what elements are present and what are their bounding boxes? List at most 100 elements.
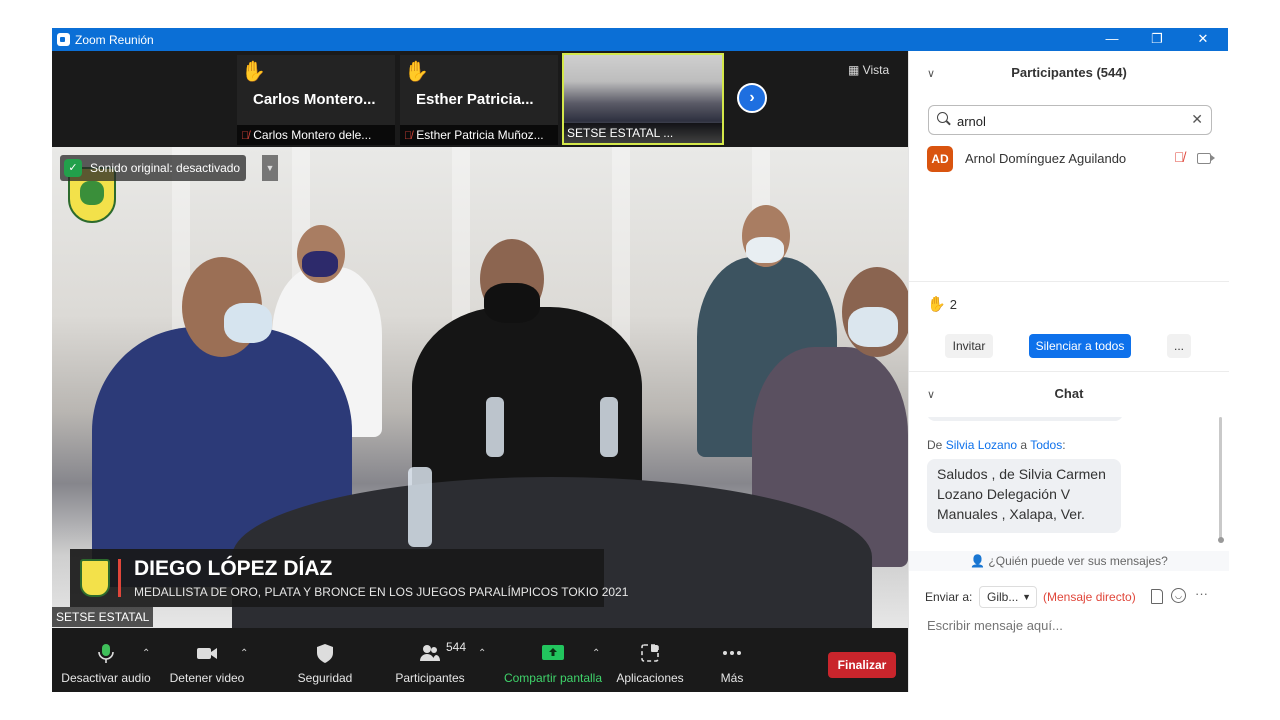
to-suffix: : [1062, 438, 1066, 452]
divider [909, 371, 1229, 372]
close-button[interactable]: ✕ [1188, 30, 1218, 48]
sound-options-dropdown[interactable]: ▼ [262, 155, 278, 181]
lower-third-banner: DIEGO LÓPEZ DÍAZ MEDALLISTA DE ORO, PLAT… [70, 549, 628, 607]
search-input[interactable] [955, 110, 1179, 132]
video-camera-icon[interactable] [1197, 153, 1215, 164]
avatar: AD [927, 146, 953, 172]
security-button[interactable]: Seguridad [290, 628, 360, 692]
video-owner-label: SETSE ESTATAL [52, 607, 154, 627]
sender-link[interactable]: Silvia Lozano [946, 438, 1017, 452]
tile-name-bar: 🎙̸ Esther Patricia Muñoz... [400, 125, 558, 145]
raised-hands-count: ✋ 2 [927, 295, 957, 313]
stop-video-button[interactable]: Detener video [164, 628, 250, 692]
face-mask [302, 251, 338, 277]
mic-muted-icon[interactable]: 🎙̸ [1174, 149, 1185, 165]
who-can-see-link[interactable]: 👤 ¿Quién puede ver sus mensajes? [909, 551, 1229, 571]
water-bottle [408, 467, 432, 547]
person-icon: 👤 [970, 554, 989, 568]
share-screen-button[interactable]: Compartir pantalla [498, 628, 608, 692]
thumbnail-strip: ✋ Carlos Montero... 🎙̸ Carlos Montero del… [52, 51, 908, 147]
face-mask [848, 307, 898, 347]
stop-video-label: Detener video [169, 671, 245, 685]
minimize-button[interactable]: — [1097, 30, 1127, 48]
tile-display-name: Esther Patricia... [416, 91, 534, 108]
chat-input[interactable] [925, 613, 1219, 637]
face-mask [484, 283, 540, 323]
participants-search[interactable]: ✕ [928, 105, 1212, 135]
more-dots-icon [723, 651, 741, 655]
participants-icon [420, 645, 440, 661]
water-bottle [486, 397, 504, 457]
more-button[interactable]: Más [702, 628, 762, 692]
title-bar: Zoom Reunión — ❐ ✕ [52, 28, 1228, 51]
more-options-button[interactable]: ... [1167, 334, 1191, 358]
setse-logo [80, 559, 110, 597]
clear-search-icon[interactable]: ✕ [1191, 111, 1203, 128]
mute-label: Desactivar audio [61, 671, 151, 685]
active-speaker-tile[interactable]: SETSE ESTATAL ... [562, 53, 724, 145]
zoom-logo-icon [57, 33, 70, 46]
send-to-label: Enviar a: [925, 590, 973, 604]
sound-badge-label: Sonido original: desactivado [90, 161, 241, 175]
raised-hand-icon: ✋ [241, 61, 266, 83]
previous-message-bubble [927, 417, 1123, 421]
participant-tile[interactable]: ✋ Carlos Montero... 🎙̸ Carlos Montero del… [237, 55, 395, 145]
message-bubble: Saludos , de Silvia Carmen Lozano Delega… [927, 459, 1121, 533]
from-prefix: De [927, 438, 946, 452]
chat-messages[interactable]: De Silvia Lozano a Todos: Saludos , de S… [909, 417, 1229, 547]
share-options-caret[interactable]: ⌃ [592, 648, 600, 659]
shield-icon [317, 644, 333, 663]
tile-name: Esther Patricia Muñoz... [416, 128, 544, 142]
restore-button[interactable]: ❐ [1142, 30, 1172, 48]
apps-label: Aplicaciones [616, 671, 684, 685]
participant-tile[interactable]: ✋ Esther Patricia... 🎙̸ Esther Patricia M… [400, 55, 558, 145]
raised-hands-value: 2 [949, 297, 957, 312]
video-options-caret[interactable]: ⌃ [240, 648, 248, 659]
file-icon[interactable] [1151, 589, 1163, 604]
recipient-dropdown[interactable]: Gilb... ▼ [979, 586, 1037, 608]
zoom-window: Zoom Reunión — ❐ ✕ ✋ Carlos Montero... 🎙… [52, 28, 1229, 692]
raised-hand-icon: ✋ [927, 296, 946, 313]
mute-button[interactable]: Desactivar audio [60, 628, 152, 692]
original-sound-badge[interactable]: ✓ Sonido original: desactivado [60, 155, 247, 181]
mic-muted-icon: 🎙̸ [241, 130, 250, 142]
apps-icon [641, 644, 659, 662]
grid-icon: ▦ [848, 63, 863, 77]
next-page-button[interactable]: › [737, 83, 767, 113]
face-mask [224, 303, 272, 343]
emoji-icon[interactable]: ◡ [1171, 588, 1186, 603]
accent-bar [118, 559, 121, 597]
direct-message-label: (Mensaje directo) [1043, 590, 1136, 604]
to-prefix: a [1017, 438, 1031, 452]
video-camera-icon [197, 648, 217, 659]
share-screen-label: Compartir pantalla [503, 671, 603, 685]
raised-hand-icon: ✋ [404, 61, 429, 83]
participants-options-caret[interactable]: ⌃ [478, 648, 486, 659]
video-area: ✋ Carlos Montero... 🎙̸ Carlos Montero del… [52, 51, 908, 692]
more-dots-icon[interactable]: ··· [1195, 586, 1208, 601]
view-button[interactable]: ▦ Vista [848, 63, 889, 77]
search-icon [937, 112, 948, 123]
recipient-value: Gilb... [987, 590, 1019, 604]
recipient-link[interactable]: Todos [1030, 438, 1062, 452]
invite-button[interactable]: Invitar [945, 334, 993, 358]
speaker-subtitle: MEDALLISTA DE ORO, PLATA Y BRONCE EN LOS… [134, 585, 629, 599]
participant-row[interactable]: AD Arnol Domínguez Aguilando 🎙̸ [927, 146, 1217, 172]
chat-scrollbar[interactable] [1218, 417, 1224, 543]
send-to-row: Enviar a: Gilb... ▼ (Mensaje directo) ◡ ·… [925, 586, 1221, 610]
tile-name-bar: 🎙̸ Carlos Montero dele... [237, 125, 395, 145]
side-panel: ∨ Participantes (544) ✕ AD Arnol Domíngu… [908, 51, 1229, 692]
tile-name: Carlos Montero dele... [253, 128, 372, 142]
audio-options-caret[interactable]: ⌃ [142, 648, 150, 659]
face-mask [746, 237, 784, 263]
participants-button[interactable]: 544 Participantes [388, 628, 472, 692]
who-sees-label: ¿Quién puede ver sus mensajes? [988, 554, 1168, 568]
end-meeting-button[interactable]: Finalizar [828, 652, 896, 678]
mute-all-button[interactable]: Silenciar a todos [1029, 334, 1131, 358]
chevron-down-icon: ▼ [1022, 592, 1031, 602]
apps-button[interactable]: Aplicaciones [614, 628, 686, 692]
share-screen-icon [542, 645, 564, 660]
participant-name: Arnol Domínguez Aguilando [965, 151, 1127, 166]
participants-label: Participantes [395, 671, 465, 685]
microphone-icon [98, 644, 114, 663]
